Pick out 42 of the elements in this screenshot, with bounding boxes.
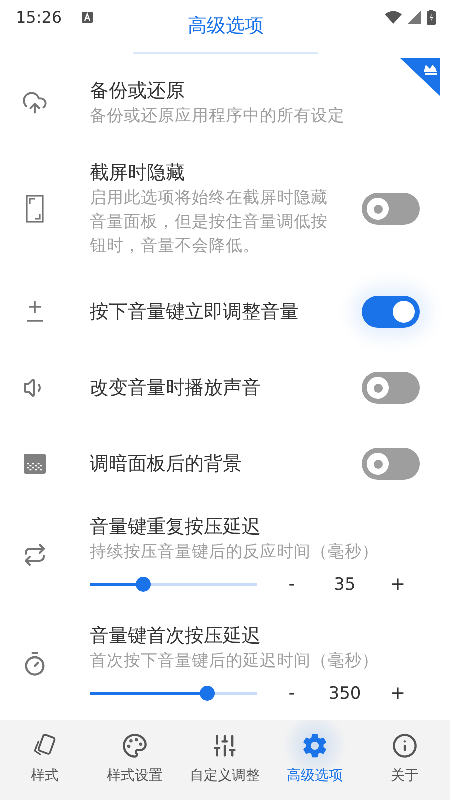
status-time: 15:26 [16,8,62,27]
setting-description: 备份或还原应用程序中的所有设定 [90,105,346,127]
increase-button[interactable]: + [383,574,413,595]
setting-title: 调暗面板后的背景 [90,452,243,477]
setting-title: 音量键重复按压延迟 [90,515,262,540]
toggle-switch[interactable] [362,448,420,480]
toggle-switch[interactable] [362,372,420,404]
slider-value: 350 [328,684,362,704]
setting-title: 按下音量键立即调整音量 [90,300,300,325]
info-icon [392,733,418,759]
settings-icon [302,733,328,759]
setting-title: 截屏时隐藏 [90,161,186,186]
screenshot-frame-icon [26,195,44,223]
toggle-switch[interactable] [362,193,420,225]
nav-tab[interactable]: 样式设置 [90,720,180,800]
nav-tab[interactable]: 样式 [0,720,90,800]
setting-title: 音量键首次按压延迟 [90,624,262,649]
decrease-button[interactable]: - [277,683,307,704]
slider-thumb[interactable] [200,686,215,701]
nav-tab[interactable]: 关于 [360,720,450,800]
toggle-switch[interactable] [362,296,420,328]
increase-button[interactable]: + [383,683,413,704]
plus-minus-icon [25,300,45,324]
sliders-icon [212,733,238,759]
slider-value: 35 [333,574,357,594]
repeat-icon [23,542,47,566]
setting-description: 启用此选项将始终在截屏时隐藏音量面板，但是按住音量调低按钮时，音量不会降低。 [90,187,329,257]
battery-icon [427,10,436,25]
setting-title: 备份或还原 [90,79,186,104]
nav-tab[interactable]: 自定义调整 [180,720,270,800]
decrease-button[interactable]: - [277,574,307,595]
slider-thumb[interactable] [136,577,152,592]
cloud-upload-icon [22,90,48,116]
setting-description: 首次按下音量键后的延迟时间（毫秒） [90,650,380,672]
signal-icon [408,11,421,24]
setting-description: 持续按压音量键后的反应时间（毫秒） [90,541,380,563]
wifi-icon [385,11,402,24]
dim-pattern-icon [24,454,46,474]
notification-icon [82,12,94,23]
page-title: 高级选项 [188,14,264,39]
setting-title: 改变音量时播放声音 [90,376,262,401]
palette-icon [122,733,148,759]
